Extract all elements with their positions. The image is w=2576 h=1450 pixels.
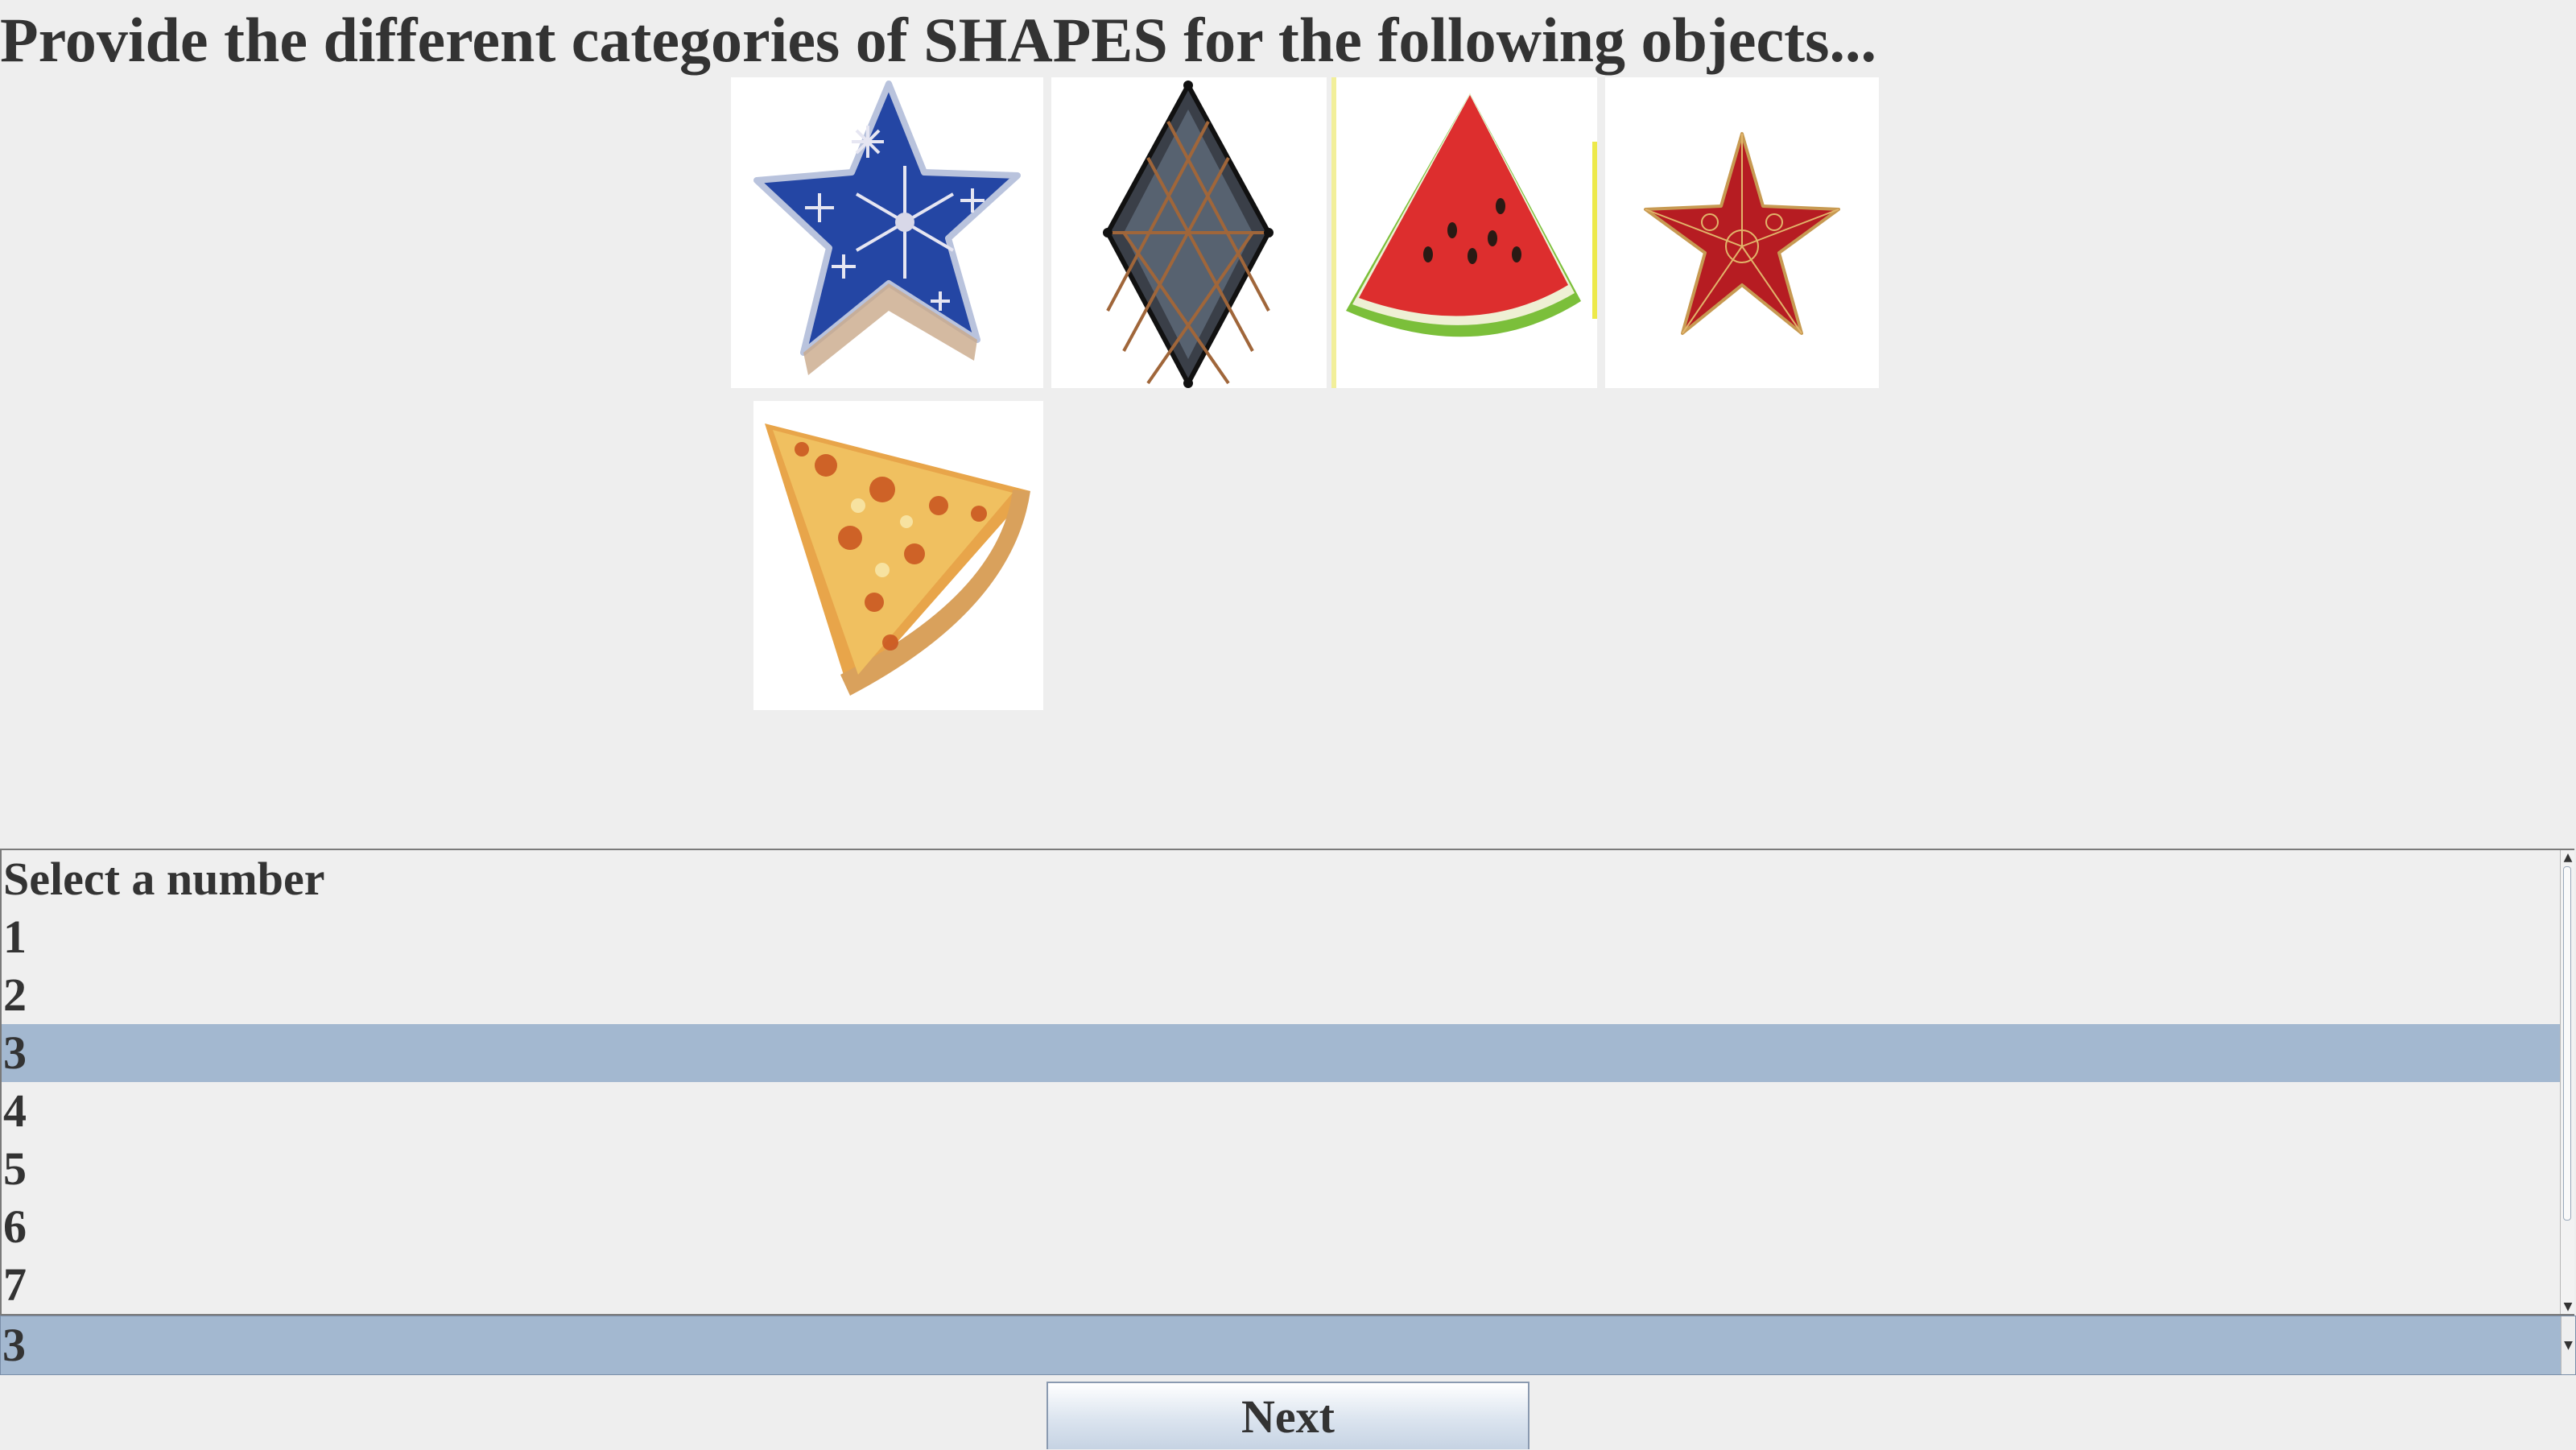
list-item[interactable]: 6 [2, 1198, 2563, 1256]
next-button[interactable]: Next [1046, 1382, 1530, 1449]
scroll-down-icon[interactable]: ▼ [2561, 1299, 2574, 1314]
diamond-image [1051, 77, 1327, 388]
list-scrollbar[interactable]: ▲ ▼ [2560, 850, 2574, 1314]
number-select[interactable]: 3 ▼ [0, 1316, 2576, 1375]
list-item[interactable]: 7 [2, 1256, 2563, 1314]
list-item[interactable]: 2 [2, 966, 2563, 1024]
list-item[interactable]: 3 [2, 1024, 2563, 1082]
number-list[interactable]: Select a number 1 2 3 4 5 6 7 ▲ ▼ [0, 849, 2574, 1316]
selected-number: 3 [2, 1319, 26, 1371]
pizza-image [753, 401, 1043, 710]
blue-star-image [731, 77, 1043, 388]
list-item-placeholder[interactable]: Select a number [2, 850, 2563, 908]
scroll-thumb[interactable] [2563, 866, 2571, 1221]
list-item[interactable]: 5 [2, 1140, 2563, 1198]
page-title: Provide the different categories of SHAP… [0, 5, 1876, 75]
watermelon-image [1331, 77, 1597, 388]
red-star-image [1605, 77, 1879, 388]
list-item[interactable]: 1 [2, 908, 2563, 966]
number-list-rows: Select a number 1 2 3 4 5 6 7 [2, 850, 2574, 1314]
chevron-down-icon[interactable]: ▼ [2561, 1316, 2575, 1374]
list-item[interactable]: 4 [2, 1082, 2563, 1140]
scroll-up-icon[interactable]: ▲ [2561, 850, 2574, 865]
